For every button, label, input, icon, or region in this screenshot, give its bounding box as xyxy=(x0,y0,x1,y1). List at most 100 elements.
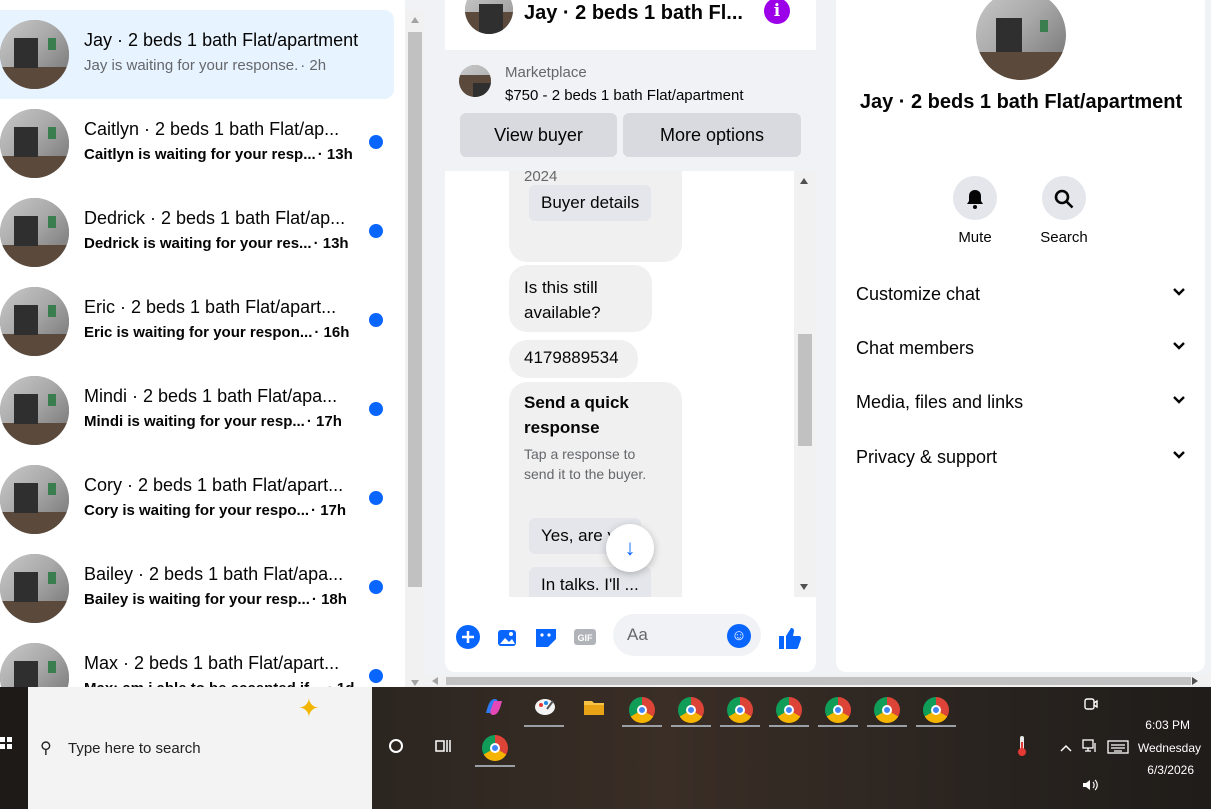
scrollbar-thumb[interactable] xyxy=(446,677,1191,685)
buyer-details-button[interactable]: Buyer details xyxy=(529,185,652,221)
listing-price-title[interactable]: $750 - 2 beds 1 bath Flat/apartment xyxy=(505,87,743,104)
quick-response-subtitle: Tap a response to send it to the buyer. xyxy=(524,446,647,482)
weather-thermometer-icon[interactable] xyxy=(1008,734,1036,762)
windows-taskbar: ⚲ Type here to search ✦ 6:03 PM Wednesda… xyxy=(0,687,1211,809)
conversation-preview: Caitlyn is waiting for your resp... xyxy=(84,146,316,163)
copilot-icon[interactable] xyxy=(480,695,508,723)
conversation-preview-line: Cory is waiting for your respo... · 17h xyxy=(84,502,346,519)
chrome-window-3-icon[interactable] xyxy=(727,697,753,723)
message-input[interactable]: Aa ☺ xyxy=(613,614,761,656)
message-input-placeholder: Aa xyxy=(627,625,648,644)
sticker-icon[interactable] xyxy=(533,624,559,650)
conversation-item[interactable]: Caitlyn · 2 beds 1 bath Flat/ap... Caitly… xyxy=(0,99,394,188)
mute-action[interactable]: Mute xyxy=(935,176,1015,246)
search-icon[interactable] xyxy=(1042,176,1086,220)
conversation-preview: Dedrick is waiting for your res... xyxy=(84,235,312,252)
scroll-down-arrow[interactable] xyxy=(800,584,808,590)
scrollbar-thumb[interactable] xyxy=(408,32,422,587)
emoji-icon[interactable]: ☺ xyxy=(727,624,751,648)
conversation-avatar xyxy=(0,198,69,267)
active-indicator xyxy=(867,725,907,727)
info-icon[interactable]: i xyxy=(764,0,790,24)
panel-title: Jay · 2 beds 1 bath Flat/apartment xyxy=(859,91,1183,113)
conversation-avatar xyxy=(0,554,69,623)
section-label: Chat members xyxy=(856,338,975,358)
volume-icon[interactable] xyxy=(1076,773,1104,801)
chat-avatar[interactable] xyxy=(465,0,513,34)
conversation-item[interactable]: Mindi · 2 beds 1 bath Flat/apa... Mindi i… xyxy=(0,366,394,455)
chat-title[interactable]: Jay · 2 beds 1 bath Fl... xyxy=(524,2,743,25)
conversation-preview: Bailey is waiting for your resp... xyxy=(84,591,310,608)
conversation-list-scrollbar[interactable] xyxy=(405,10,425,687)
message-bubble: 4179889534 xyxy=(509,340,638,378)
conversation-preview-line: Caitlyn is waiting for your resp... · 13h xyxy=(84,146,353,163)
clock-time[interactable]: 6:03 PM xyxy=(1120,718,1190,732)
chrome-taskbar-icon[interactable] xyxy=(482,735,508,761)
sparkle-icon: ✦ xyxy=(298,693,320,723)
conversation-item[interactable]: Cory · 2 beds 1 bath Flat/apart... Cory i… xyxy=(0,455,394,544)
message-text: 4179889534 xyxy=(524,348,619,367)
conversation-preview-line: Dedrick is waiting for your res... · 13h xyxy=(84,235,349,252)
quick-response-title: Send a quick response xyxy=(524,393,629,437)
active-indicator xyxy=(622,725,662,727)
gif-icon[interactable]: GIF xyxy=(572,624,598,650)
arrow-down-icon: ↓ xyxy=(624,535,636,560)
scroll-right-arrow[interactable] xyxy=(1192,677,1198,685)
windows-start-icon[interactable] xyxy=(0,737,12,749)
task-view-icon[interactable] xyxy=(430,734,458,762)
section-label: Privacy & support xyxy=(856,447,998,467)
conversation-item[interactable]: Jay · 2 beds 1 bath Flat/apartment Jay is… xyxy=(0,10,394,99)
search-label: Search xyxy=(1040,229,1088,246)
conversation-time: · 18h xyxy=(311,591,347,608)
conversation-avatar xyxy=(0,20,69,89)
buyer-details-card: 2024 Buyer details xyxy=(509,171,682,262)
section-media-files-links[interactable]: Media, files and links xyxy=(856,392,1186,422)
message-scrollbar[interactable] xyxy=(794,171,816,597)
section-chat-members[interactable]: Chat members xyxy=(856,338,1186,368)
paint-icon[interactable] xyxy=(531,695,559,723)
conversation-avatar xyxy=(0,287,69,356)
photo-icon[interactable] xyxy=(494,624,520,650)
section-customize-chat[interactable]: Customize chat xyxy=(856,284,1186,314)
conversation-preview-line: Max: am i able to be accepted if ...· 1d xyxy=(84,680,354,687)
chrome-window-7-icon[interactable] xyxy=(923,697,949,723)
view-buyer-button[interactable]: View buyer xyxy=(460,113,617,157)
conversation-item[interactable]: Eric · 2 beds 1 bath Flat/apart... Eric i… xyxy=(0,277,394,366)
profile-avatar xyxy=(976,0,1066,80)
cortana-icon[interactable] xyxy=(382,734,410,762)
chevron-down-icon xyxy=(1172,338,1186,357)
scrollbar-thumb[interactable] xyxy=(798,334,812,446)
like-icon[interactable] xyxy=(775,624,802,650)
conversation-item[interactable]: Max · 2 beds 1 bath Flat/apart... Max: am… xyxy=(0,633,394,687)
conversation-details-panel: Jay · 2 beds 1 bath Flat/apartment Mute … xyxy=(836,0,1205,672)
chrome-window-5-icon[interactable] xyxy=(825,697,851,723)
conversation-item[interactable]: Dedrick · 2 beds 1 bath Flat/ap... Dedric… xyxy=(0,188,394,277)
conversation-item[interactable]: Bailey · 2 beds 1 bath Flat/apa... Bailey… xyxy=(0,544,394,633)
network-icon[interactable] xyxy=(1076,734,1104,762)
conversation-avatar xyxy=(0,376,69,445)
bell-icon[interactable] xyxy=(953,176,997,220)
meet-now-icon[interactable] xyxy=(1077,693,1105,721)
mute-label: Mute xyxy=(958,229,992,246)
conversation-name: Mindi · 2 beds 1 bath Flat/apa... xyxy=(84,386,338,406)
scroll-down-arrow[interactable] xyxy=(411,680,419,686)
more-options-button[interactable]: More options xyxy=(623,113,801,157)
chrome-window-2-icon[interactable] xyxy=(678,697,704,723)
horizontal-scrollbar[interactable] xyxy=(426,675,1211,687)
section-privacy-support[interactable]: Privacy & support xyxy=(856,447,1186,477)
active-indicator xyxy=(475,765,515,767)
chrome-window-6-icon[interactable] xyxy=(874,697,900,723)
clock-day[interactable]: Wednesday xyxy=(1120,741,1201,755)
scroll-up-arrow[interactable] xyxy=(800,178,808,184)
clock-date[interactable]: 6/3/2026 xyxy=(1120,763,1194,777)
chrome-window-1-icon[interactable] xyxy=(629,697,655,723)
taskbar-search-box[interactable]: ⚲ Type here to search ✦ xyxy=(28,687,372,809)
conversation-preview: Cory is waiting for your respo... xyxy=(84,502,310,519)
scroll-left-arrow[interactable] xyxy=(432,677,438,685)
file-explorer-icon[interactable] xyxy=(580,695,608,723)
chrome-window-4-icon[interactable] xyxy=(776,697,802,723)
plus-icon[interactable] xyxy=(455,624,481,650)
scroll-to-bottom-button[interactable]: ↓ xyxy=(606,524,654,572)
scroll-up-arrow[interactable] xyxy=(411,17,419,23)
search-action[interactable]: Search xyxy=(1024,176,1104,246)
